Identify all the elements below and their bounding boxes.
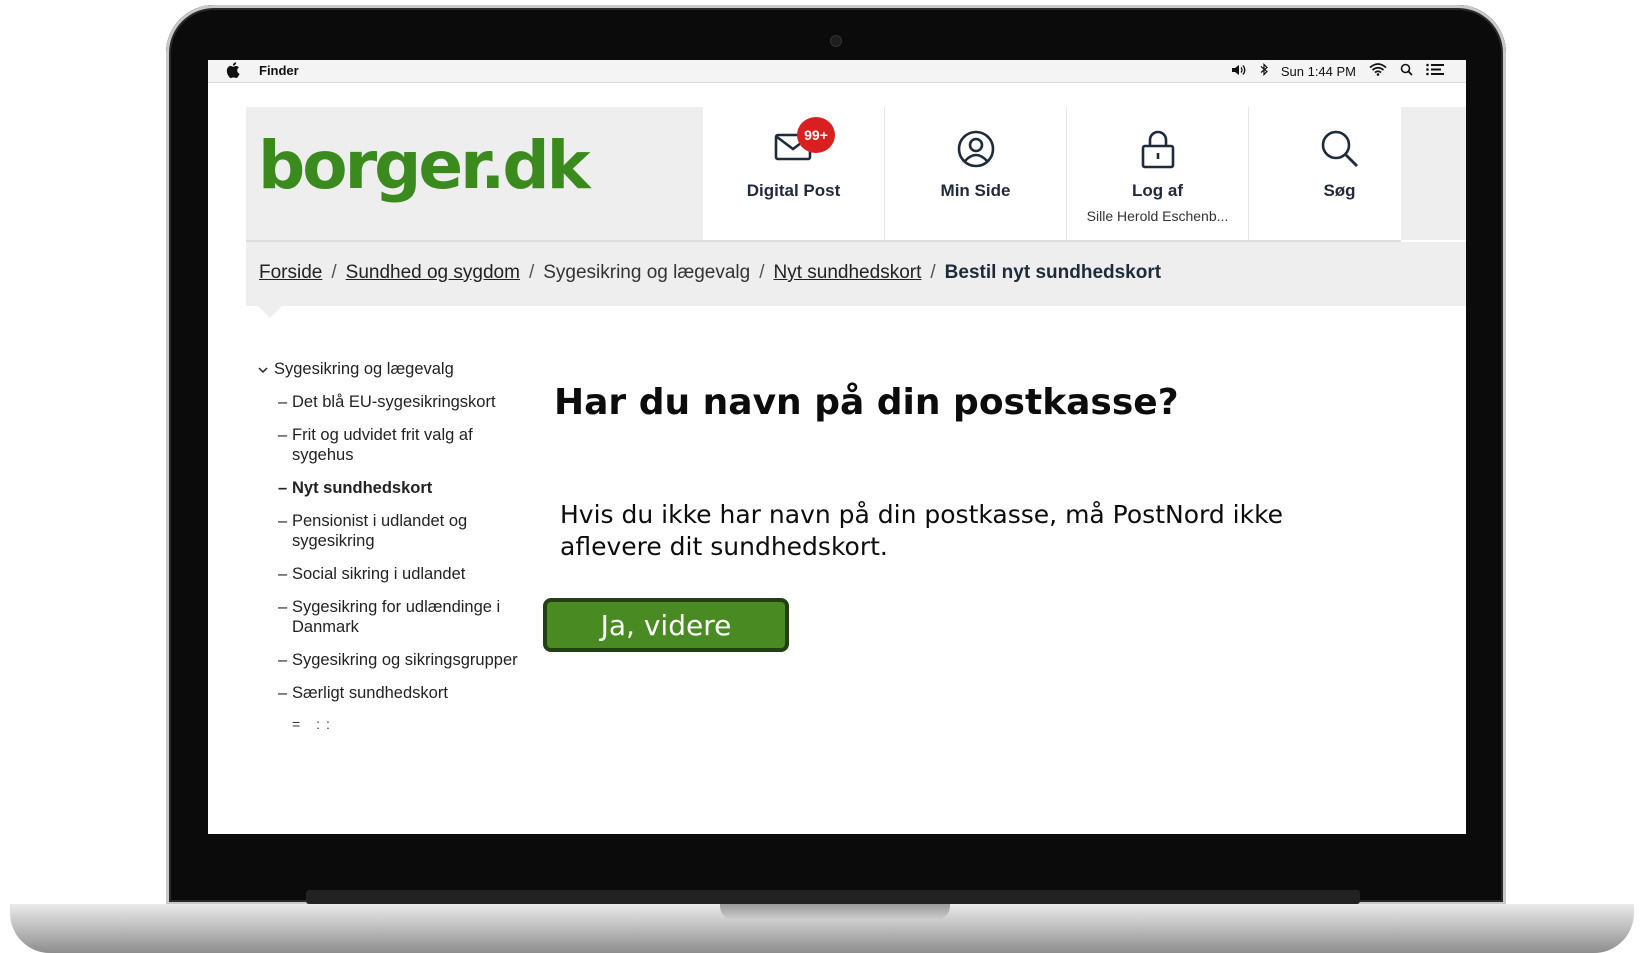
sidebar-parent-label: Sygesikring og lægevalg bbox=[274, 360, 454, 378]
clock[interactable]: Sun 1:44 PM bbox=[1281, 64, 1356, 79]
info-text: Hvis du ikke har navn på din postkasse, … bbox=[560, 500, 1284, 561]
user-icon bbox=[956, 129, 996, 174]
sidebar-parent[interactable]: Sygesikring og lægevalg bbox=[258, 360, 518, 379]
camera bbox=[830, 35, 842, 47]
sidebar-trailing: = :: bbox=[292, 716, 336, 732]
header-nav: 99+ Digital Post Min Side Log af Sille H… bbox=[703, 107, 1431, 240]
header-spacer bbox=[1401, 107, 1466, 240]
site-header: borger.dk 99+ Digital Post Min Side Log … bbox=[246, 107, 1431, 242]
wifi-icon[interactable] bbox=[1369, 63, 1387, 79]
screen: Finder Sun 1:44 PM borger.dk 99+ Digital… bbox=[208, 60, 1466, 834]
borger-dk-logo[interactable]: borger.dk bbox=[258, 127, 590, 204]
breadcrumb-separator: / bbox=[528, 262, 535, 283]
spotlight-icon[interactable] bbox=[1400, 63, 1413, 79]
breadcrumb-sygesikring: Sygesikring og lægevalg bbox=[543, 262, 751, 283]
sidebar-nav: Sygesikring og lægevalg Det blå EU-syges… bbox=[258, 360, 518, 732]
continue-button[interactable]: Ja, videre bbox=[543, 598, 789, 652]
breadcrumb-current: Bestil nyt sundhedskort bbox=[944, 262, 1162, 283]
notification-center-icon[interactable] bbox=[1426, 63, 1444, 79]
sidebar-item-pensionist[interactable]: Pensionist i udlandet og sygesikring bbox=[278, 511, 518, 551]
sidebar-item-nyt-sundhedskort[interactable]: Nyt sundhedskort bbox=[278, 478, 518, 498]
finder-menu[interactable]: Finder bbox=[259, 63, 299, 78]
min-side-label: Min Side bbox=[940, 181, 1011, 200]
sidebar-item-sikringsgrupper[interactable]: Sygesikring og sikringsgrupper bbox=[278, 650, 518, 670]
breadcrumb-separator: / bbox=[930, 262, 936, 283]
digital-post-button[interactable]: 99+ Digital Post bbox=[703, 107, 885, 240]
sidebar-list: Det blå EU-sygesikringskort Frit og udvi… bbox=[258, 392, 518, 703]
volume-icon[interactable] bbox=[1231, 64, 1247, 79]
breadcrumb-pointer bbox=[258, 306, 282, 318]
menu-bar: Finder Sun 1:44 PM bbox=[208, 60, 1466, 83]
bluetooth-icon[interactable] bbox=[1260, 63, 1268, 79]
sidebar-item-frit-valg[interactable]: Frit og udvidet frit valg af sygehus bbox=[278, 425, 518, 465]
min-side-button[interactable]: Min Side bbox=[885, 107, 1067, 240]
digital-post-label: Digital Post bbox=[746, 181, 841, 200]
search-icon bbox=[1320, 129, 1360, 174]
laptop-notch bbox=[720, 904, 950, 920]
apple-icon[interactable] bbox=[226, 62, 240, 82]
breadcrumb-sundhed[interactable]: Sundhed og sygdom bbox=[346, 262, 520, 284]
breadcrumb-separator: / bbox=[331, 262, 337, 283]
log-af-button[interactable]: Log af Sille Herold Eschenb... bbox=[1067, 107, 1249, 240]
sidebar-item-udlaendinge[interactable]: Sygesikring for udlændinge i Danmark bbox=[278, 597, 518, 637]
breadcrumb-nyt-sundhedskort[interactable]: Nyt sundhedskort bbox=[774, 262, 922, 284]
notification-badge: 99+ bbox=[797, 117, 835, 153]
page-title: Har du navn på din postkasse? bbox=[554, 382, 1179, 424]
laptop-hinge bbox=[306, 890, 1360, 904]
chevron-down-icon bbox=[258, 360, 268, 379]
sidebar-item-eu-kort[interactable]: Det blå EU-sygesikringskort bbox=[278, 392, 518, 412]
breadcrumb-separator: / bbox=[759, 262, 765, 283]
log-af-label: Log af bbox=[1132, 181, 1183, 200]
logged-in-user: Sille Herold Eschenb... bbox=[1086, 208, 1229, 224]
sidebar-item-saerligt[interactable]: Særligt sundhedskort bbox=[278, 683, 518, 703]
sidebar-item-social-sikring[interactable]: Social sikring i udlandet bbox=[278, 564, 518, 584]
lock-icon bbox=[1139, 129, 1177, 174]
status-icons: Sun 1:44 PM bbox=[1231, 63, 1444, 79]
breadcrumb-forside[interactable]: Forside bbox=[259, 262, 322, 284]
breadcrumb: Forside / Sundhed og sygdom / Sygesikrin… bbox=[246, 242, 1466, 306]
